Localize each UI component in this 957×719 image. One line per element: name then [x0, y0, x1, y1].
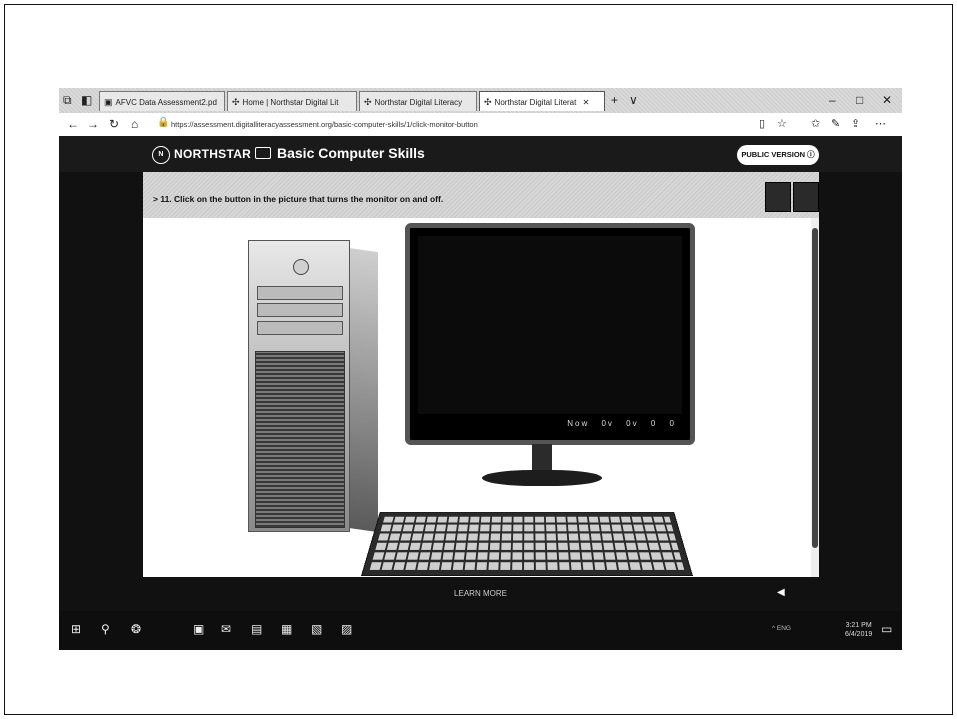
monitor-button-1[interactable]: Now — [567, 419, 589, 428]
vertical-scrollbar[interactable] — [811, 218, 819, 577]
favorite-star-icon[interactable]: ☆ — [777, 117, 787, 130]
search-icon[interactable]: ⚲ — [101, 622, 110, 636]
tower-power-button[interactable] — [293, 259, 309, 275]
maximize-button[interactable]: □ — [856, 93, 863, 107]
clock[interactable]: 3:21 PM 6/4/2019 — [845, 621, 872, 639]
forward-arrow-icon[interactable]: → — [87, 117, 99, 131]
edge-browser-icon[interactable]: ❂ — [131, 622, 141, 636]
share-icon[interactable]: ⇪ — [851, 117, 860, 130]
drive-bay[interactable] — [257, 286, 343, 300]
lock-icon: 🔒 — [157, 117, 170, 128]
app-icon[interactable]: ▨ — [341, 622, 352, 636]
question-text: > 11. Click on the button in the picture… — [153, 194, 444, 204]
monitor[interactable]: Now 0v 0v 0 0 — [405, 223, 695, 445]
question-panel: > 11. Click on the button in the picture… — [143, 172, 819, 577]
volume-icon[interactable]: ◀ — [777, 587, 785, 598]
system-tray[interactable]: ^ ENG — [772, 625, 791, 632]
course-title: Basic Computer Skills — [255, 145, 425, 161]
photos-icon[interactable]: ▧ — [311, 622, 322, 636]
store-icon[interactable]: ▣ — [193, 622, 204, 636]
windows-taskbar: ⊞ ⚲ ❂ ▣ ✉ ▤ ▦ ▧ ▨ ^ ENG 3:21 PM 6/4/2019… — [59, 611, 902, 650]
tower-side — [348, 247, 378, 533]
northstar-icon: ✣ — [484, 97, 492, 107]
computer-tower[interactable] — [248, 240, 378, 533]
keyboard-keys — [369, 516, 685, 570]
browser-tab-strip: ⧉ ◧ ▣ AFVC Data Assessment2.pd ✣ Home | No… — [59, 88, 902, 113]
mail-icon[interactable]: ✉ — [221, 622, 231, 636]
audio-button[interactable] — [765, 182, 791, 212]
keyboard[interactable] — [361, 511, 693, 576]
home-icon[interactable]: ⌂ — [131, 117, 138, 131]
learn-more-bar: LEARN MORE ◀ — [59, 577, 902, 611]
monitor-buttons: Now 0v 0v 0 0 — [559, 419, 676, 428]
close-window-button[interactable]: ✕ — [882, 93, 892, 107]
address-bar: ← → ↻ ⌂ 🔒 https://assessment.digitallite… — [59, 113, 902, 137]
tab-menu-icon[interactable]: ∨ — [629, 93, 638, 107]
drive-bay[interactable] — [257, 321, 343, 335]
monitor-screen[interactable] — [418, 236, 682, 414]
monitor-button-4[interactable]: 0 — [651, 419, 657, 428]
computer-picture: Now 0v 0v 0 0 — [143, 218, 819, 577]
scrollbar-thumb[interactable] — [812, 228, 818, 548]
monitor-neck — [532, 444, 552, 472]
reading-view-icon[interactable]: ▯ — [759, 117, 765, 130]
monitor-base — [482, 470, 602, 486]
tab-northstar-literacy[interactable]: ✣ Northstar Digital Literacy — [359, 91, 477, 111]
tab-northstar-active[interactable]: ✣ Northstar Digital Literat ✕ — [479, 91, 605, 111]
more-icon[interactable]: ⋯ — [875, 117, 886, 130]
refresh-icon[interactable]: ↻ — [109, 117, 119, 131]
minimize-button[interactable]: – — [829, 93, 836, 107]
drive-bay[interactable] — [257, 303, 343, 317]
northstar-icon: ✣ — [232, 97, 240, 107]
close-tab-icon[interactable]: ✕ — [583, 98, 590, 107]
pdf-icon: ▣ — [104, 97, 113, 107]
screenshot-photo: ⧉ ◧ ▣ AFVC Data Assessment2.pd ✣ Home | No… — [59, 88, 902, 650]
set-aside-tabs-icon[interactable]: ◧ — [81, 93, 92, 107]
new-tab-button[interactable]: + — [611, 93, 618, 107]
northstar-logo-icon: N — [152, 146, 170, 164]
northstar-icon: ✣ — [364, 97, 372, 107]
monitor-button-2[interactable]: 0v — [601, 419, 613, 428]
learn-more-link[interactable]: LEARN MORE — [59, 589, 902, 598]
favorites-icon[interactable]: ✩ — [811, 117, 820, 130]
question-bar: > 11. Click on the button in the picture… — [143, 172, 819, 218]
tab-afvc-data-assessment[interactable]: ▣ AFVC Data Assessment2.pd — [99, 91, 225, 111]
file-explorer-icon[interactable]: ▤ — [251, 622, 262, 636]
back-arrow-icon[interactable]: ← — [67, 117, 79, 131]
info-icon: ⓘ — [807, 150, 815, 159]
help-button[interactable] — [793, 182, 819, 212]
url-field[interactable]: https://assessment.digitalliteracyassess… — [171, 117, 751, 132]
start-windows-icon[interactable]: ⊞ — [71, 622, 81, 636]
tower-grille — [255, 351, 345, 528]
public-version-badge[interactable]: PUBLIC VERSION ⓘ — [737, 145, 819, 165]
monitor-button-3[interactable]: 0v — [626, 419, 638, 428]
monitor-power-button[interactable]: 0 — [670, 419, 676, 428]
northstar-logo[interactable]: N NORTHSTAR — [152, 146, 251, 164]
pen-icon[interactable]: ✎ — [831, 117, 840, 130]
app-header: N NORTHSTAR Basic Computer Skills PUBLIC … — [59, 136, 902, 172]
monitor-icon — [255, 147, 271, 160]
calendar-icon[interactable]: ▦ — [281, 622, 292, 636]
tab-actions-icon[interactable]: ⧉ — [63, 93, 72, 108]
tower-front — [248, 240, 350, 532]
notifications-icon[interactable]: ▭ — [881, 622, 892, 636]
tab-northstar-home[interactable]: ✣ Home | Northstar Digital Lit — [227, 91, 357, 111]
